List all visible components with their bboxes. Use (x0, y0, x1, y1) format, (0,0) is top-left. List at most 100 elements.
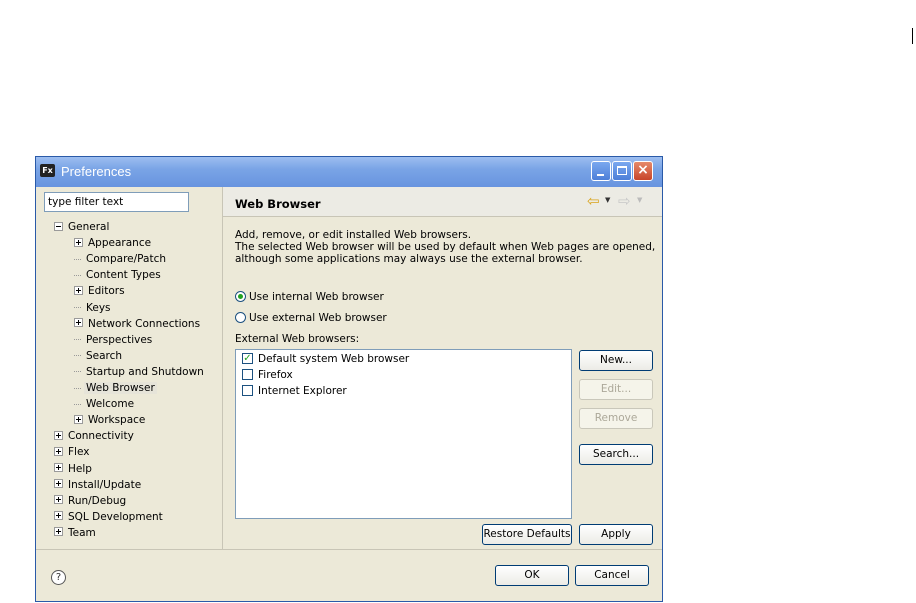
tree-item-label: Help (68, 462, 92, 475)
close-icon: × (637, 162, 649, 178)
page-description: Add, remove, or edit installed Web brows… (235, 229, 655, 265)
expand-icon[interactable] (74, 318, 83, 328)
expand-icon[interactable] (54, 495, 63, 505)
tree-item-label: Workspace (88, 414, 146, 427)
close-button[interactable]: × (633, 161, 653, 181)
cancel-button[interactable]: Cancel (575, 565, 649, 586)
expand-icon[interactable] (54, 446, 63, 456)
new-button[interactable]: New... (579, 350, 653, 371)
tree-item-label: SQL Development (68, 510, 163, 523)
tree-connector (74, 258, 81, 260)
window-title: Preferences (61, 164, 132, 179)
checkbox[interactable]: ✓ (242, 352, 253, 364)
bottom-divider (36, 549, 662, 550)
tree-item[interactable]: Run/Debug (54, 493, 128, 509)
tree-item-label: Content Types (86, 269, 161, 282)
tree-item-label: Install/Update (68, 478, 142, 491)
expand-icon[interactable] (74, 414, 83, 424)
forward-arrow-icon[interactable]: ⇨ (618, 192, 631, 210)
tree-item-label: Search (86, 349, 123, 362)
tree-item[interactable]: Connectivity (54, 428, 136, 444)
description-line: although some applications may always us… (235, 253, 583, 265)
tree-item[interactable]: Appearance (74, 235, 153, 251)
tree-item[interactable]: Help (54, 461, 94, 477)
expand-icon[interactable] (74, 285, 83, 295)
list-item[interactable]: Firefox (242, 367, 293, 383)
title-bar[interactable]: Fx Preferences × (36, 157, 662, 187)
radio-internal-browser[interactable]: Use internal Web browser (235, 289, 384, 305)
tree-item[interactable]: Perspectives (74, 332, 154, 348)
tree-connector (74, 355, 81, 357)
tree-item[interactable]: Web Browser (74, 380, 157, 396)
tree-item[interactable]: Editors (74, 283, 127, 299)
filter-input[interactable] (44, 192, 189, 212)
checkbox[interactable] (242, 368, 253, 380)
app-logo-icon: Fx (40, 164, 55, 177)
tree-item-label: Web Browser (84, 382, 157, 394)
tree-connector (74, 307, 81, 308)
search-button[interactable]: Search... (579, 444, 653, 465)
forward-dropdown-icon[interactable]: ▼ (637, 196, 642, 204)
list-item[interactable]: Internet Explorer (242, 383, 347, 399)
ok-button[interactable]: OK (495, 565, 569, 586)
minimize-button[interactable] (591, 161, 611, 181)
expand-icon[interactable] (54, 479, 63, 489)
restore-defaults-button[interactable]: Restore Defaults (482, 524, 572, 545)
tree-item[interactable]: Content Types (74, 267, 163, 283)
tree-item[interactable]: Startup and Shutdown (74, 364, 206, 380)
list-item[interactable]: ✓ Default system Web browser (242, 351, 409, 367)
tree-item[interactable]: General (54, 219, 111, 235)
tree-item-label: Editors (88, 285, 125, 298)
tree-item[interactable]: Workspace (74, 412, 147, 428)
back-arrow-icon[interactable]: ⇦ (587, 192, 600, 210)
edit-button[interactable]: Edit... (579, 379, 653, 400)
tree-item-label: Perspectives (86, 333, 153, 346)
tree-item-label: Run/Debug (68, 494, 127, 507)
expand-icon[interactable] (54, 527, 63, 537)
page-header: Web Browser ⇦ ▼ ⇨ ▼ (223, 187, 662, 217)
panel-divider[interactable] (222, 187, 223, 549)
tree-connector (74, 403, 81, 405)
tree-item[interactable]: Network Connections (74, 316, 202, 332)
radio-external-label: Use external Web browser (249, 312, 387, 324)
expand-icon[interactable] (54, 511, 63, 521)
tree-item[interactable]: Keys (74, 300, 113, 316)
preferences-dialog: Fx Preferences × General Appearance Compar… (35, 156, 663, 602)
apply-button[interactable]: Apply (579, 524, 653, 545)
tree-item[interactable]: SQL Development (54, 509, 165, 525)
tree-connector (74, 339, 81, 341)
tree-item[interactable]: Team (54, 525, 98, 541)
back-dropdown-icon[interactable]: ▼ (605, 196, 610, 204)
radio-button[interactable] (235, 290, 246, 302)
tree-item[interactable]: Welcome (74, 396, 136, 412)
expand-icon[interactable] (74, 237, 83, 247)
help-icon[interactable]: ? (51, 570, 66, 585)
collapse-icon[interactable] (54, 221, 63, 231)
tree-item-label: Connectivity (68, 430, 134, 443)
radio-button[interactable] (235, 311, 246, 323)
remove-button[interactable]: Remove (579, 408, 653, 429)
tree-connector (74, 274, 81, 276)
check-icon: ✓ (243, 352, 252, 364)
tree-item[interactable]: Compare/Patch (74, 251, 168, 267)
tree-item[interactable]: Flex (54, 444, 91, 460)
external-browsers-list[interactable]: ✓ Default system Web browser Firefox Inte… (235, 349, 572, 519)
window-edge-mark (912, 28, 913, 44)
radio-internal-label: Use internal Web browser (249, 291, 384, 303)
tree-item-label: General (68, 221, 110, 233)
tree-connector (74, 387, 81, 389)
browser-label: Firefox (258, 369, 293, 381)
maximize-button[interactable] (612, 161, 632, 181)
description-line: Add, remove, or edit installed Web brows… (235, 229, 472, 241)
page-title: Web Browser (235, 197, 321, 211)
expand-icon[interactable] (54, 430, 63, 440)
expand-icon[interactable] (54, 463, 63, 472)
tree-item[interactable]: Search (74, 348, 124, 364)
preferences-tree[interactable]: General Appearance Compare/Patch Content Ty… (36, 219, 222, 549)
tree-item-label: Keys (86, 301, 111, 314)
tree-item-label: Team (68, 526, 96, 539)
checkbox[interactable] (242, 384, 253, 396)
tree-item[interactable]: Install/Update (54, 477, 143, 493)
description-line: The selected Web browser will be used by… (235, 241, 656, 253)
radio-external-browser[interactable]: Use external Web browser (235, 310, 387, 326)
